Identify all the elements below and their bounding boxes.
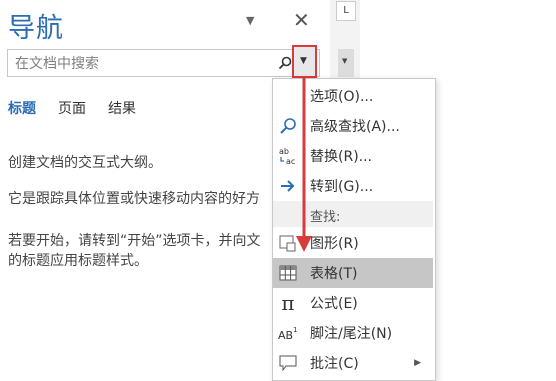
menu-item-comments[interactable]: 批注(C) ▶ xyxy=(273,348,433,378)
menu-item-graphics[interactable]: 图形(R) xyxy=(273,228,433,258)
info-paragraph-1: 创建文档的交互式大纲。 xyxy=(8,155,162,171)
menu-item-replace[interactable]: ab ac 替换(R)... xyxy=(273,141,433,171)
menu-item-label: 高级查找(A)... xyxy=(310,119,400,135)
menu-item-label: 替换(R)... xyxy=(310,149,373,165)
menu-item-label: 选项(O)... xyxy=(310,89,374,105)
menu-item-options[interactable]: 选项(O)... xyxy=(273,81,433,111)
search-box xyxy=(7,49,320,77)
arrow-right-icon xyxy=(278,176,298,196)
menu-item-label: 表格(T) xyxy=(310,266,358,282)
svg-text:ac: ac xyxy=(286,157,295,166)
menu-item-label: 批注(C) xyxy=(310,356,359,372)
pane-options-dropdown-icon[interactable]: ▼ xyxy=(246,14,254,27)
search-icon[interactable] xyxy=(278,56,292,70)
ruler-marker: ▼ xyxy=(338,49,354,77)
pane-tabs: 标题 页面 结果 xyxy=(8,98,158,118)
pi-icon: π xyxy=(281,291,295,315)
menu-item-label: 转到(G)... xyxy=(310,179,374,195)
menu-item-equations[interactable]: π 公式(E) xyxy=(273,288,433,318)
pane-title: 导航 xyxy=(8,13,64,44)
menu-item-label: 图形(R) xyxy=(310,236,359,252)
svg-text:AB: AB xyxy=(278,329,293,341)
menu-item-label: 公式(E) xyxy=(310,296,358,312)
search-icon xyxy=(278,116,298,136)
find-header-label: 查找: xyxy=(310,210,341,225)
tab-selector-icon[interactable]: L xyxy=(336,1,356,21)
menu-item-footnotes[interactable]: AB 1 脚注/尾注(N) xyxy=(273,318,433,348)
tab-headings[interactable]: 标题 xyxy=(8,98,36,118)
svg-text:ab: ab xyxy=(279,147,289,156)
chevron-down-icon: ▼ xyxy=(300,56,307,66)
info-paragraph-4: 的标题应用标题样式。 xyxy=(8,253,148,269)
search-input[interactable] xyxy=(13,53,277,75)
close-icon[interactable]: ✕ xyxy=(293,8,310,32)
info-paragraph-3: 若要开始，请转到“开始”选项卡，并向文 xyxy=(8,233,261,249)
info-paragraph-2: 它是跟踪具体位置或快速移动内容的好方 xyxy=(8,191,260,207)
find-section-header: 查找: xyxy=(273,201,433,227)
tab-results[interactable]: 结果 xyxy=(108,98,136,118)
tab-pages[interactable]: 页面 xyxy=(58,98,86,118)
menu-item-tables[interactable]: 表格(T) xyxy=(273,258,433,288)
search-options-menu: 选项(O)... 高级查找(A)... ab ac 替换(R)... 转到(G)… xyxy=(272,78,436,381)
graphic-icon xyxy=(278,233,298,253)
comment-icon xyxy=(278,353,298,373)
replace-icon: ab ac xyxy=(278,146,298,166)
submenu-arrow-icon: ▶ xyxy=(414,358,421,368)
table-icon xyxy=(278,263,298,283)
menu-item-goto[interactable]: 转到(G)... xyxy=(273,171,433,201)
menu-item-advanced-find[interactable]: 高级查找(A)... xyxy=(273,111,433,141)
footnote-icon: AB 1 xyxy=(278,323,298,343)
search-options-dropdown-button[interactable]: ▼ xyxy=(292,45,317,78)
menu-item-label: 脚注/尾注(N) xyxy=(310,326,393,342)
svg-text:1: 1 xyxy=(293,326,297,334)
